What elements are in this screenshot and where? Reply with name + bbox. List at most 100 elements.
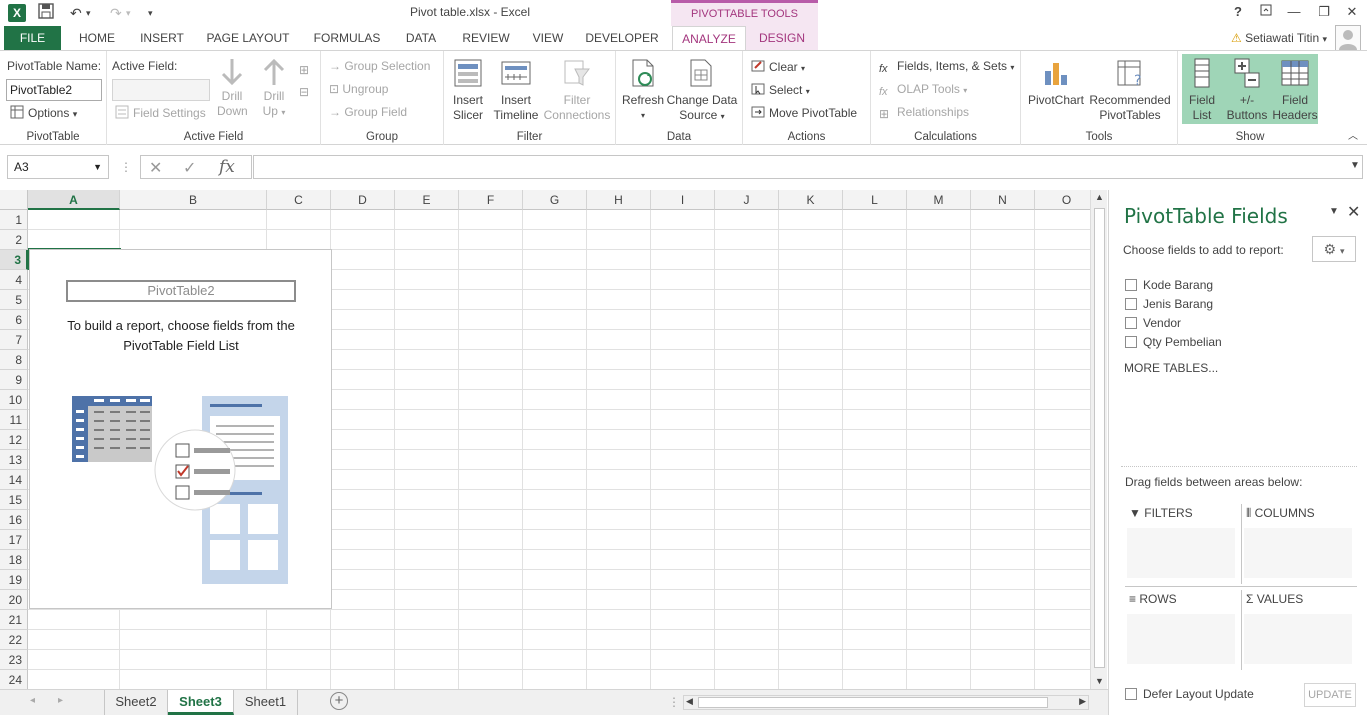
defer-checkbox[interactable] <box>1125 688 1137 700</box>
tab-analyze[interactable]: ANALYZE <box>672 26 746 50</box>
tab-home[interactable]: HOME <box>70 26 124 50</box>
scroll-left-icon[interactable]: ◀ <box>686 696 693 707</box>
recommended-pivottables-button[interactable]: ? Recommended PivotTables <box>1087 57 1173 123</box>
rows-drop-zone[interactable] <box>1127 614 1235 664</box>
column-header-f[interactable]: F <box>459 190 523 210</box>
row-header-13[interactable]: 13 <box>0 450 28 470</box>
column-header-b[interactable]: B <box>120 190 267 210</box>
row-header-10[interactable]: 10 <box>0 390 28 410</box>
pivottable-placeholder[interactable]: PivotTable2 To build a report, choose fi… <box>29 249 332 609</box>
row-header-19[interactable]: 19 <box>0 570 28 590</box>
row-header-7[interactable]: 7 <box>0 330 28 350</box>
update-button[interactable]: UPDATE <box>1304 683 1356 707</box>
refresh-button[interactable]: Refresh ▾ <box>622 57 664 123</box>
values-area[interactable]: Σ VALUES <box>1241 590 1356 670</box>
enter-icon[interactable]: ✓ <box>183 158 196 178</box>
field-checkbox[interactable] <box>1125 279 1137 291</box>
insert-timeline-button[interactable]: Insert Timeline <box>492 57 540 123</box>
save-icon[interactable] <box>38 3 54 23</box>
undo-dropdown-icon[interactable]: ▾ <box>86 3 91 23</box>
column-header-d[interactable]: D <box>331 190 395 210</box>
tab-formulas[interactable]: FORMULAS <box>306 26 388 50</box>
column-header-k[interactable]: K <box>779 190 843 210</box>
scroll-up-icon[interactable]: ▲ <box>1095 192 1104 202</box>
excel-logo-icon[interactable]: X <box>8 4 26 22</box>
group-selection-button[interactable]: → Group Selection <box>329 59 430 73</box>
vertical-scrollbar[interactable]: ▲ ▼ <box>1090 190 1107 689</box>
row-header-24[interactable]: 24 <box>0 670 28 689</box>
row-header-16[interactable]: 16 <box>0 510 28 530</box>
close-icon[interactable]: ✕ <box>1342 4 1362 20</box>
scroll-right-icon[interactable]: ▶ <box>1079 696 1086 707</box>
tab-insert[interactable]: INSERT <box>134 26 190 50</box>
select-all-corner[interactable] <box>0 190 28 210</box>
row-header-14[interactable]: 14 <box>0 470 28 490</box>
field-checkbox[interactable] <box>1125 336 1137 348</box>
row-header-22[interactable]: 22 <box>0 630 28 650</box>
drill-up-button[interactable]: Drill Up ▾ <box>257 57 291 120</box>
plus-minus-buttons-button[interactable]: +/- Buttons <box>1224 57 1270 123</box>
move-pivottable-button[interactable]: Move PivotTable <box>751 105 857 120</box>
vertical-scroll-thumb[interactable] <box>1094 208 1105 668</box>
column-header-c[interactable]: C <box>267 190 331 210</box>
fields-items-sets-button[interactable]: fx Fields, Items, & Sets ▾ <box>879 59 1014 77</box>
redo-icon[interactable]: ↷ <box>110 3 122 23</box>
tab-view[interactable]: VIEW <box>526 26 570 50</box>
name-box-dropdown-icon[interactable]: ▼ <box>93 156 102 178</box>
row-header-11[interactable]: 11 <box>0 410 28 430</box>
column-header-a[interactable]: A <box>28 190 120 210</box>
row-header-4[interactable]: 4 <box>0 270 28 290</box>
column-header-i[interactable]: I <box>651 190 715 210</box>
insert-slicer-button[interactable]: Insert Slicer <box>450 57 486 123</box>
field-item-kode-barang[interactable]: Kode Barang <box>1125 277 1213 293</box>
column-header-g[interactable]: G <box>523 190 587 210</box>
row-header-15[interactable]: 15 <box>0 490 28 510</box>
collapse-field-icon[interactable]: ⊟ <box>299 85 309 99</box>
row-header-23[interactable]: 23 <box>0 650 28 670</box>
scroll-sheets-left-icon[interactable]: ◂ <box>30 695 35 706</box>
user-account[interactable]: ⚠ Setiawati Titin ▾ <box>1231 26 1327 50</box>
row-header-21[interactable]: 21 <box>0 610 28 630</box>
tab-developer[interactable]: DEVELOPER <box>582 26 662 50</box>
collapse-ribbon-icon[interactable]: ︿ <box>1348 127 1358 142</box>
rows-area[interactable]: ≡ ROWS <box>1125 590 1240 670</box>
tab-review[interactable]: REVIEW <box>456 26 516 50</box>
horizontal-scrollbar[interactable]: ◀ ▶ <box>683 695 1089 710</box>
scroll-sheets-right-icon[interactable]: ▸ <box>58 695 63 706</box>
pane-options-dropdown-icon[interactable]: ▼ <box>1329 206 1339 217</box>
field-item-qty-pembelian[interactable]: Qty Pembelian <box>1125 334 1222 350</box>
tab-design[interactable]: DESIGN <box>746 26 818 50</box>
name-box[interactable]: A3 ▼ <box>7 155 109 179</box>
options-button[interactable]: Options ▾ <box>10 105 77 120</box>
olap-tools-button[interactable]: fx OLAP Tools ▾ <box>879 82 967 100</box>
filter-connections-button[interactable]: Filter Connections <box>542 57 612 123</box>
column-header-o[interactable]: O <box>1035 190 1090 210</box>
pane-layout-button[interactable]: ⚙ ▾ <box>1312 236 1356 262</box>
ungroup-button[interactable]: ⊡ Ungroup <box>329 82 388 96</box>
column-header-e[interactable]: E <box>395 190 459 210</box>
restore-icon[interactable]: ❐ <box>1314 4 1334 20</box>
columns-area[interactable]: ⦀ COLUMNS <box>1241 504 1356 584</box>
row-header-9[interactable]: 9 <box>0 370 28 390</box>
field-headers-button[interactable]: Field Headers <box>1272 57 1318 123</box>
tab-split-grip-icon[interactable]: ⋮ <box>668 695 680 709</box>
row-header-6[interactable]: 6 <box>0 310 28 330</box>
clear-button[interactable]: Clear ▾ <box>751 59 805 74</box>
horizontal-scroll-thumb[interactable] <box>698 697 1048 708</box>
redo-dropdown-icon[interactable]: ▾ <box>126 3 131 23</box>
drill-down-button[interactable]: Drill Down <box>217 57 248 119</box>
row-header-18[interactable]: 18 <box>0 550 28 570</box>
minimize-icon[interactable]: — <box>1284 4 1304 19</box>
more-tables-link[interactable]: MORE TABLES... <box>1124 361 1218 375</box>
row-header-17[interactable]: 17 <box>0 530 28 550</box>
formula-input[interactable] <box>253 155 1363 179</box>
avatar[interactable] <box>1335 25 1361 51</box>
tab-page-layout[interactable]: PAGE LAYOUT <box>200 26 296 50</box>
defer-layout-update[interactable]: Defer Layout Update <box>1125 687 1254 701</box>
field-item-jenis-barang[interactable]: Jenis Barang <box>1125 296 1213 312</box>
sheet-tab-sheet1[interactable]: Sheet1 <box>234 690 298 715</box>
ribbon-display-options-icon[interactable] <box>1256 4 1276 19</box>
help-icon[interactable]: ? <box>1228 4 1248 19</box>
select-button[interactable]: Select ▾ <box>751 82 810 97</box>
new-sheet-icon[interactable]: + <box>330 692 348 710</box>
